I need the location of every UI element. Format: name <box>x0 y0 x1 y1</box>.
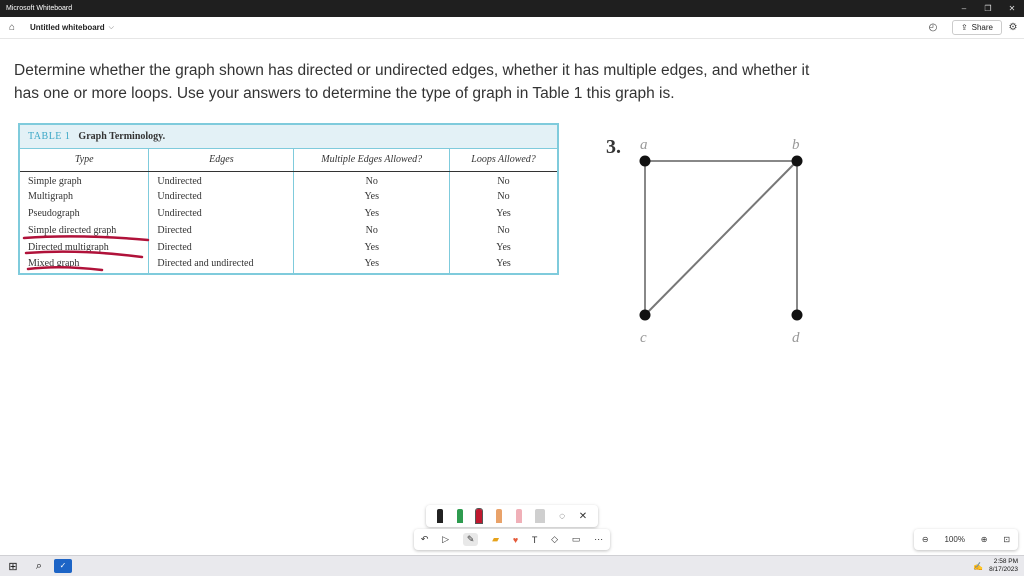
pen-green-icon[interactable] <box>456 509 463 523</box>
vertex-label-c: c <box>640 330 647 346</box>
window-title: Microsoft Whiteboard <box>6 5 73 12</box>
col-type-header: Type <box>20 149 150 172</box>
fit-screen-icon[interactable]: ⊡ <box>1003 535 1010 544</box>
cell-multiple: Yes <box>293 205 451 222</box>
table-name: Graph Terminology. <box>78 131 166 142</box>
title-bar: Microsoft Whiteboard – ❐ ✕ <box>0 0 1024 17</box>
taskbar: ⊞ ⌕ ✓ ✍ 2:58 PM 8/17/2023 <box>0 555 1024 576</box>
clock-date: 8/17/2023 <box>989 566 1018 573</box>
cell-edges: Undirected <box>148 205 295 222</box>
vertex-label-d: d <box>792 330 800 346</box>
cell-multiple: Yes <box>293 188 451 205</box>
vertex-a <box>639 155 651 167</box>
cell-type: Pseudograph <box>20 205 150 222</box>
col-multiple-edges-header: Multiple Edges Allowed? <box>293 149 451 172</box>
windows-start-icon[interactable]: ⊞ <box>0 560 26 573</box>
table-row: Simple graph Undirected No No <box>20 171 557 188</box>
cell-edges: Directed <box>148 239 295 256</box>
ruler-icon[interactable] <box>535 509 546 523</box>
pen-toolbox: ◌ ✕ <box>426 505 598 527</box>
cell-type: Multigraph <box>20 188 150 205</box>
bottom-toolbar: ↶ ▷ ✎ ▰ ♥ T ◇ ▭ ⋯ <box>414 529 610 550</box>
cell-multiple: Yes <box>293 256 451 273</box>
gear-icon[interactable]: ⚙ <box>1002 22 1024 33</box>
cell-edges: Undirected <box>148 188 295 205</box>
table-row: Multigraph Undirected Yes No <box>20 188 557 205</box>
col-loops-header: Loops Allowed? <box>449 149 557 172</box>
select-icon[interactable]: ▷ <box>442 534 449 545</box>
text-icon[interactable]: T <box>532 535 538 545</box>
share-label: Share <box>971 23 993 32</box>
highlighter-icon[interactable] <box>495 509 502 523</box>
table-header-row: Type Edges Multiple Edges Allowed? Loops… <box>20 149 557 172</box>
cell-type: Mixed graph <box>20 256 150 273</box>
shapes-icon[interactable]: ◇ <box>551 534 558 545</box>
whiteboard-canvas[interactable]: Determine whether the graph shown has di… <box>0 39 1024 555</box>
template-icon[interactable]: ▭ <box>572 534 581 545</box>
close-icon[interactable]: ✕ <box>579 511 587 522</box>
cell-edges: Undirected <box>148 171 295 188</box>
table-row: Directed multigraph Directed Yes Yes <box>20 239 557 256</box>
cell-multiple: No <box>293 171 451 188</box>
table-caption: TABLE 1 Graph Terminology. <box>20 125 557 149</box>
cell-loops: Yes <box>496 257 511 269</box>
chevron-down-icon[interactable]: ⌵ <box>109 24 114 32</box>
cell-edges: Directed and undirected <box>148 256 295 273</box>
lasso-icon[interactable]: ◌ <box>559 511 565 522</box>
cell-type: Simple graph <box>20 171 150 188</box>
pen-red-icon[interactable] <box>475 508 484 524</box>
more-icon[interactable]: ⋯ <box>594 534 603 545</box>
table-row: Mixed graph Directed and undirected Yes … <box>20 256 557 273</box>
cell-multiple: Yes <box>293 239 451 256</box>
zoom-level: 100% <box>944 535 965 544</box>
table-row: Simple directed graph Directed No No <box>20 222 557 239</box>
whiteboard-app-icon[interactable]: ✓ <box>54 559 72 573</box>
col-edges-header: Edges <box>148 149 295 172</box>
search-icon[interactable]: ⌕ <box>26 560 52 573</box>
zoom-controls: ⊖ 100% ⊕ ⊡ <box>914 529 1018 550</box>
timer-icon[interactable]: ◴ <box>924 22 942 33</box>
graph-figure: 3. a b c d <box>606 136 803 346</box>
undo-icon[interactable]: ↶ <box>421 534 429 545</box>
share-button[interactable]: ⇪ Share <box>951 20 1002 35</box>
close-window-button[interactable]: ✕ <box>1000 4 1024 13</box>
vertex-label-a: a <box>640 137 648 153</box>
share-icon: ⇪ <box>960 23 968 32</box>
cell-multiple: No <box>293 222 451 239</box>
zoom-out-icon[interactable]: ⊖ <box>922 535 929 544</box>
inking-icon[interactable]: ✎ <box>462 533 479 546</box>
note-icon[interactable]: ▰ <box>492 534 499 545</box>
cell-loops: No <box>497 175 510 187</box>
restore-button[interactable]: ❐ <box>976 4 1000 13</box>
clock-time: 2:58 PM <box>993 558 1018 565</box>
problem-number: 3. <box>606 136 621 158</box>
cell-loops: Yes <box>496 208 511 219</box>
eraser-icon[interactable] <box>515 509 522 523</box>
edge-bc <box>644 160 798 316</box>
taskbar-clock[interactable]: 2:58 PM 8/17/2023 <box>989 558 1018 574</box>
table-number: TABLE 1 <box>28 131 71 142</box>
cell-loops: No <box>497 191 510 202</box>
reaction-icon[interactable]: ♥ <box>513 535 518 545</box>
cell-loops: No <box>497 225 510 236</box>
vertex-label-b: b <box>792 137 800 153</box>
cell-edges: Directed <box>148 222 295 239</box>
zoom-in-icon[interactable]: ⊕ <box>981 535 988 544</box>
vertex-b <box>791 155 803 167</box>
vertex-c <box>639 309 651 321</box>
board-name[interactable]: Untitled whiteboard <box>30 23 105 32</box>
table-row: Pseudograph Undirected Yes Yes <box>20 205 557 222</box>
home-icon[interactable]: ⌂ <box>2 22 22 33</box>
pen-black-icon[interactable] <box>436 509 443 523</box>
minimize-button[interactable]: – <box>952 4 976 13</box>
graph-terminology-table: TABLE 1 Graph Terminology. Type Edges Mu… <box>18 123 559 275</box>
question-text: Determine whether the graph shown has di… <box>14 62 810 102</box>
cell-type: Directed multigraph <box>20 239 150 256</box>
pen-tray-icon[interactable]: ✍ <box>973 562 983 571</box>
app-bar: ⌂ Untitled whiteboard ⌵ ◴ ⇪ Share ⚙ <box>0 17 1024 39</box>
vertex-d <box>791 309 803 321</box>
cell-type: Simple directed graph <box>20 222 150 239</box>
cell-loops: Yes <box>496 242 511 253</box>
